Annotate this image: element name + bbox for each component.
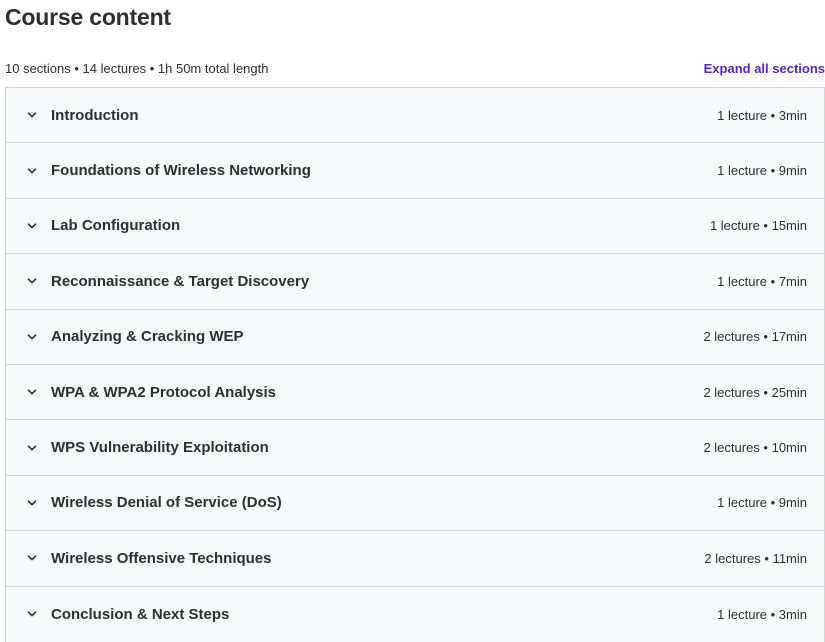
chevron-down-icon bbox=[26, 165, 38, 177]
section-title: Analyzing & Cracking WEP bbox=[51, 328, 244, 346]
section-row[interactable]: Lab Configuration 1 lecture • 15min bbox=[6, 198, 824, 255]
section-meta: 1 lecture • 15min bbox=[709, 218, 807, 234]
expand-all-sections-button[interactable]: Expand all sections bbox=[704, 61, 825, 76]
chevron-down-icon bbox=[26, 608, 38, 620]
section-title: Conclusion & Next Steps bbox=[51, 605, 230, 623]
course-content-panel: Course content 10 sections • 14 lectures… bbox=[0, 0, 825, 642]
section-row[interactable]: WPS Vulnerability Exploitation 2 lecture… bbox=[6, 420, 824, 476]
sections-accordion: Introduction 1 lecture • 3min Foundation… bbox=[5, 87, 825, 642]
section-row[interactable]: Foundations of Wireless Networking 1 lec… bbox=[6, 143, 824, 199]
summary-row: 10 sections • 14 lectures • 1h 50m total… bbox=[5, 58, 825, 78]
section-title: Lab Configuration bbox=[51, 217, 181, 235]
course-summary: 10 sections • 14 lectures • 1h 50m total… bbox=[5, 60, 269, 76]
chevron-down-icon bbox=[26, 275, 38, 287]
section-title: Introduction bbox=[51, 106, 139, 124]
section-row[interactable]: Conclusion & Next Steps 1 lecture • 3min bbox=[6, 586, 824, 642]
section-meta: 2 lectures • 10min bbox=[703, 440, 807, 456]
section-title: WPS Vulnerability Exploitation bbox=[51, 439, 269, 457]
section-title: Wireless Denial of Service (DoS) bbox=[51, 494, 282, 512]
section-title: WPA & WPA2 Protocol Analysis bbox=[51, 383, 277, 401]
chevron-down-icon bbox=[26, 220, 38, 232]
section-row[interactable]: Introduction 1 lecture • 3min bbox=[6, 88, 824, 144]
section-row[interactable]: Wireless Offensive Techniques 2 lectures… bbox=[6, 531, 824, 587]
section-meta: 2 lectures • 11min bbox=[704, 550, 807, 566]
section-row[interactable]: Analyzing & Cracking WEP 2 lectures • 17… bbox=[6, 309, 824, 365]
section-meta: 1 lecture • 3min bbox=[717, 107, 807, 123]
section-meta: 2 lectures • 17min bbox=[703, 329, 807, 345]
section-meta: 1 lecture • 9min bbox=[717, 163, 807, 179]
chevron-down-icon bbox=[26, 497, 38, 509]
page-title: Course content bbox=[5, 4, 171, 30]
chevron-down-icon bbox=[26, 331, 38, 343]
section-meta: 1 lecture • 7min bbox=[717, 273, 807, 289]
section-meta: 1 lecture • 9min bbox=[717, 495, 807, 511]
section-title: Foundations of Wireless Networking bbox=[51, 162, 311, 180]
section-title: Reconnaissance & Target Discovery bbox=[51, 272, 310, 290]
section-title: Wireless Offensive Techniques bbox=[51, 549, 272, 567]
section-meta: 2 lectures • 25min bbox=[703, 384, 807, 400]
chevron-down-icon bbox=[26, 442, 38, 454]
section-row[interactable]: WPA & WPA2 Protocol Analysis 2 lectures … bbox=[6, 364, 824, 421]
chevron-down-icon bbox=[26, 552, 38, 564]
section-meta: 1 lecture • 3min bbox=[717, 606, 807, 622]
chevron-down-icon bbox=[26, 109, 38, 121]
chevron-down-icon bbox=[26, 386, 38, 398]
section-row[interactable]: Wireless Denial of Service (DoS) 1 lectu… bbox=[6, 475, 824, 532]
section-row[interactable]: Reconnaissance & Target Discovery 1 lect… bbox=[6, 254, 824, 310]
